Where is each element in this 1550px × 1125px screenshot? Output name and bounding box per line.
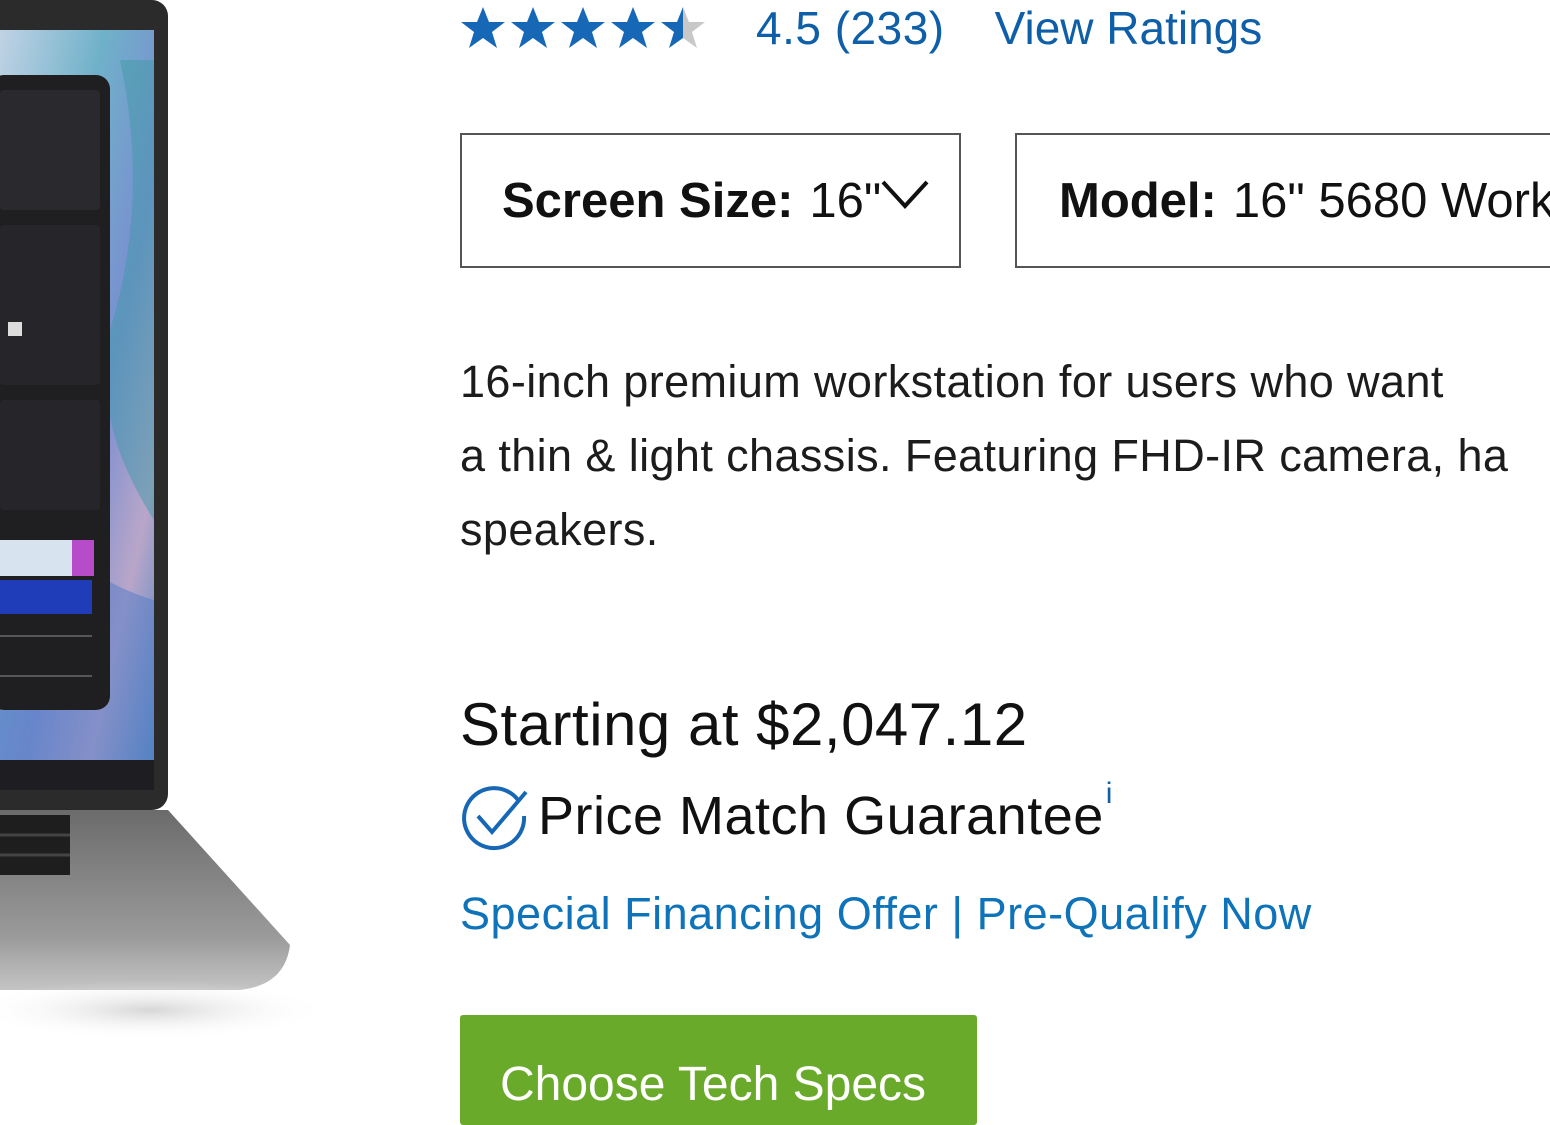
guarantee-label: Price Match Guarantee xyxy=(538,786,1104,846)
description-line: speakers. xyxy=(460,504,659,555)
rating-stars[interactable] xyxy=(458,5,708,51)
product-image[interactable] xyxy=(0,0,330,1060)
description-line: a thin & light chassis. Featuring FHD-IR… xyxy=(460,430,1509,481)
model-label: Model: xyxy=(1059,173,1217,228)
star-icon xyxy=(561,7,605,48)
description-line: 16-inch premium workstation for users wh… xyxy=(460,356,1444,407)
check-circle-icon xyxy=(462,786,528,851)
link-separator: | xyxy=(938,888,977,939)
chevron-down-icon xyxy=(881,180,929,209)
star-icon xyxy=(511,7,555,48)
star-icon xyxy=(611,7,655,48)
special-financing-link[interactable]: Special Financing Offer xyxy=(460,888,938,939)
prequalify-link[interactable]: Pre-Qualify Now xyxy=(977,888,1312,939)
view-ratings-link[interactable]: View Ratings xyxy=(995,1,1263,55)
model-dropdown[interactable]: Model: 16" 5680 Works xyxy=(1015,133,1550,268)
star-icon xyxy=(661,7,705,48)
model-value: 16" 5680 Works xyxy=(1232,173,1550,228)
choose-tech-specs-button[interactable]: Choose Tech Specs xyxy=(460,1015,977,1125)
screen-size-value: 16" xyxy=(809,173,882,228)
laptop-illustration xyxy=(0,0,330,1040)
price-match-guarantee: Price Match Guarantee i xyxy=(460,777,1113,852)
screen-size-label: Screen Size: xyxy=(502,173,794,228)
product-description: 16-inch premium workstation for users wh… xyxy=(460,345,1550,567)
screen-size-dropdown[interactable]: Screen Size: 16" xyxy=(460,133,961,268)
rating-row: 4.5 (233) View Ratings xyxy=(458,0,1262,56)
info-icon[interactable]: i xyxy=(1106,777,1113,811)
financing-links: Special Financing Offer | Pre-Qualify No… xyxy=(460,888,1312,940)
rating-value[interactable]: 4.5 (233) xyxy=(756,1,945,55)
star-icon xyxy=(461,7,505,48)
starting-price: Starting at $2,047.12 xyxy=(460,691,1028,758)
